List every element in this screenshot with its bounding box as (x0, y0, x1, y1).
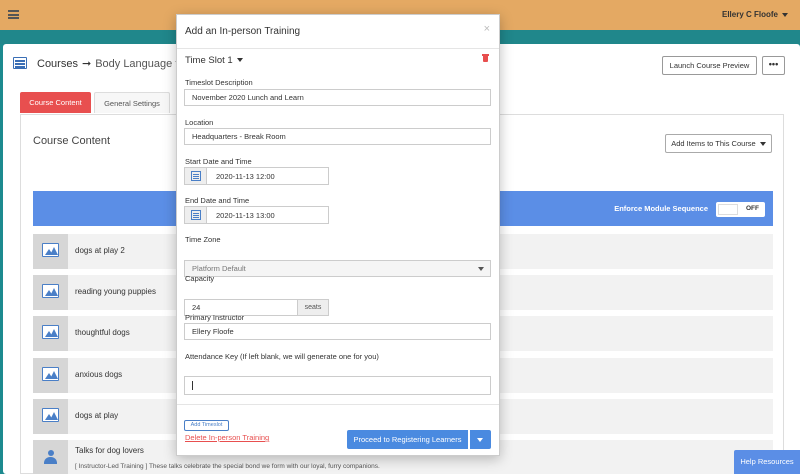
image-icon (42, 325, 59, 339)
launch-course-preview-button[interactable]: Launch Course Preview (662, 56, 757, 75)
text-cursor (192, 381, 193, 390)
modal-title: Add an In-person Training (185, 26, 301, 37)
timezone-select[interactable]: Platform Default (184, 260, 491, 277)
timezone-label: Time Zone (185, 235, 221, 244)
trash-icon[interactable] (482, 54, 489, 62)
module-title: dogs at play (75, 411, 119, 420)
location-label: Location (185, 118, 214, 127)
person-icon (44, 450, 57, 466)
image-icon (42, 284, 59, 298)
module-title: reading young puppies (75, 287, 156, 296)
content-title: Course Content (33, 135, 111, 147)
end-datetime-field[interactable]: 2020-11-13 13:00 (184, 206, 329, 224)
add-timeslot-button[interactable]: Add Timeslot (184, 420, 229, 431)
description-label: Timeslot Description (185, 78, 253, 87)
end-datetime-value: 2020-11-13 13:00 (216, 211, 275, 220)
course-list-icon (13, 57, 27, 69)
toggle-knob (718, 204, 738, 215)
calendar-button[interactable] (185, 207, 207, 223)
attendance-key-field[interactable] (184, 376, 491, 395)
calendar-button[interactable] (185, 168, 207, 184)
module-title: anxious dogs (75, 370, 123, 379)
description-field[interactable]: November 2020 Lunch and Learn (184, 89, 491, 106)
start-datetime-field[interactable]: 2020-11-13 12:00 (184, 167, 329, 185)
close-icon[interactable]: × (484, 23, 490, 35)
location-field[interactable]: Headquarters - Break Room (184, 128, 491, 145)
module-thumbnail (33, 316, 68, 351)
chevron-down-icon (478, 267, 484, 271)
attendance-key-label: Attendance Key (If left blank, we will g… (185, 352, 379, 361)
image-icon (42, 408, 59, 422)
module-thumbnail (33, 358, 68, 393)
timeslot-dropdown[interactable]: Time Slot 1 (185, 55, 243, 66)
end-datetime-label: End Date and Time (185, 196, 250, 205)
capacity-label: Capacity (185, 274, 215, 283)
chevron-down-icon (782, 12, 788, 17)
enforce-sequence-label: Enforce Module Sequence (614, 204, 708, 213)
module-thumbnail (33, 440, 68, 474)
breadcrumb-courses[interactable]: Courses (37, 58, 78, 70)
calendar-icon (191, 210, 201, 220)
module-title: thoughtful dogs (75, 328, 130, 337)
modal-header: Add an In-person Training × (177, 15, 499, 49)
add-training-modal: Add an In-person Training × Time Slot 1 … (176, 14, 500, 456)
tab-general-settings[interactable]: General Settings (94, 92, 170, 113)
timeslot-heading: Time Slot 1 (185, 55, 233, 66)
help-resources-button[interactable]: Help Resources (734, 450, 800, 474)
proceed-dropdown-button[interactable] (470, 430, 491, 449)
add-items-label: Add Items to This Course (671, 139, 756, 148)
instructor-field[interactable]: Ellery Floofe (184, 323, 491, 340)
image-icon (42, 243, 59, 257)
chevron-down-icon (759, 142, 766, 147)
start-datetime-label: Start Date and Time (185, 157, 252, 166)
module-title: dogs at play 2 (75, 246, 125, 255)
module-thumbnail (33, 275, 68, 310)
chevron-down-icon (236, 58, 243, 63)
arrow-right-icon: ➞ (81, 58, 92, 70)
breadcrumb-course-title: Body Language fo (95, 58, 185, 70)
module-thumbnail (33, 234, 68, 269)
tab-course-content[interactable]: Course Content (20, 92, 91, 113)
enforce-sequence-toggle[interactable]: OFF (716, 202, 765, 217)
start-datetime-value: 2020-11-13 12:00 (216, 172, 275, 181)
proceed-button[interactable]: Proceed to Registering Learners (347, 430, 468, 449)
user-name: Ellery C Floofe (721, 10, 778, 19)
more-options-button[interactable]: ••• (762, 56, 785, 75)
divider (177, 404, 499, 405)
add-items-button[interactable]: Add Items to This Course (665, 134, 772, 153)
hamburger-menu-icon[interactable] (8, 10, 19, 19)
module-title: Talks for dog lovers (75, 446, 144, 455)
module-subtitle: [ Instructor-Led Training ] These talks … (75, 463, 380, 470)
module-thumbnail (33, 399, 68, 434)
timezone-value: Platform Default (192, 264, 246, 273)
instructor-label: Primary Instructor (185, 313, 245, 322)
breadcrumb: Courses ➞ Body Language fo (37, 57, 185, 70)
toggle-state: OFF (746, 205, 759, 212)
user-menu[interactable]: Ellery C Floofe (722, 10, 788, 19)
delete-training-link[interactable]: Delete In-person Training (185, 433, 269, 442)
calendar-icon (191, 171, 201, 181)
image-icon (42, 367, 59, 381)
capacity-unit: seats (297, 299, 329, 316)
